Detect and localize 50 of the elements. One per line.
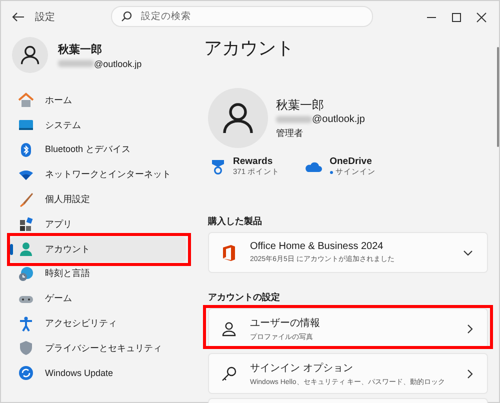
close-icon[interactable] (476, 12, 487, 22)
nav-item[interactable]: プライバシーとセキュリティ (10, 336, 186, 361)
user-email: @outlook.jp (94, 58, 142, 68)
user-email: @outlook.jp (312, 114, 365, 124)
service-name[interactable]: Rewards (233, 156, 280, 167)
nav-item[interactable]: ネットワークとインターネット (10, 162, 186, 188)
blurred-text (58, 60, 94, 67)
scrollbar[interactable] (497, 47, 499, 147)
service-name[interactable]: OneDrive (330, 156, 376, 167)
card-title: サインイン オプション (250, 362, 354, 374)
card-title: ユーザーの情報 (250, 316, 321, 330)
section-heading: 購入した製品 (208, 215, 263, 228)
person-icon (18, 241, 34, 258)
nav-item[interactable]: ホーム (10, 88, 186, 113)
person-icon (220, 100, 256, 136)
card-title: Office Home & Business 2024 (250, 241, 384, 252)
nav-item[interactable]: システム (10, 112, 186, 138)
status-dot (330, 170, 333, 174)
nav-item[interactable]: アプリ (10, 212, 186, 237)
nav-item[interactable]: Windows Update (10, 360, 186, 386)
sync-icon (18, 365, 34, 382)
cloud-icon (304, 160, 322, 172)
nav-item[interactable]: ゲーム (10, 286, 186, 312)
office-logo-icon (221, 244, 237, 262)
maximize-icon[interactable] (451, 12, 462, 22)
nav-item[interactable]: Bluetooth とデバイス (10, 138, 186, 162)
key-icon (221, 366, 237, 382)
bluetooth-icon (18, 142, 34, 158)
user-name: 秋葉一郎 (276, 96, 325, 114)
nav-item[interactable]: アクセシビリティ (10, 311, 186, 336)
person-icon (221, 320, 237, 336)
globe-clock-icon (18, 266, 34, 282)
nav-item[interactable]: 時刻と言語 (10, 262, 186, 286)
brush-icon (18, 192, 34, 208)
apps-icon (18, 216, 34, 232)
medal-icon (211, 158, 225, 174)
accessibility-icon (18, 316, 34, 332)
page-title: アカウント (204, 37, 295, 60)
section-heading: アカウントの設定 (208, 291, 281, 304)
search-field[interactable]: 設定の検索 (111, 6, 373, 26)
back-arrow-icon[interactable] (11, 10, 25, 24)
window-title: 設定 (35, 10, 56, 24)
person-icon (19, 44, 41, 66)
search-icon (121, 10, 132, 22)
account-role: 管理者 (276, 126, 304, 140)
user-name: 秋葉一郎 (58, 42, 103, 56)
nav-item[interactable]: 個人用設定 (10, 187, 186, 212)
house-icon (18, 92, 34, 108)
shield-icon (18, 340, 34, 356)
blurred-text (276, 116, 312, 122)
